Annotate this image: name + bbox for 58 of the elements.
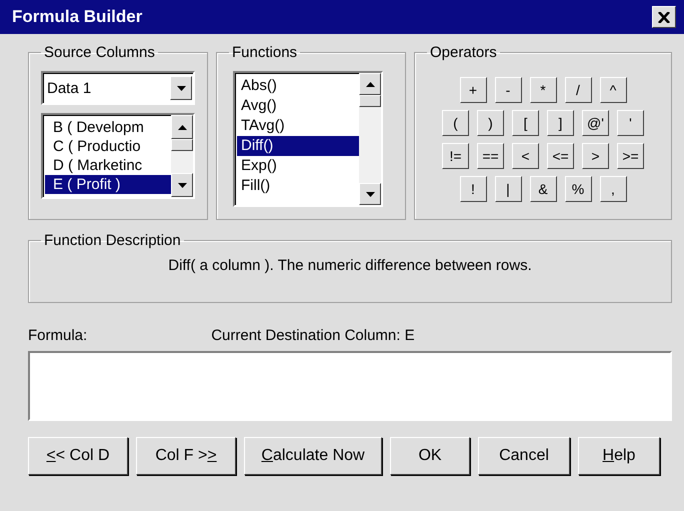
operator-button[interactable]: [ [512,110,539,136]
operator-button[interactable]: ] [547,110,574,136]
list-item[interactable]: Fill() [237,176,359,196]
operator-button[interactable]: > [582,143,609,169]
description-text: Diff( a column ). The numeric difference between rows. [167,257,533,274]
scroll-up-icon[interactable] [359,73,381,95]
destination-label: Current Destination Column: E [211,327,415,346]
close-button[interactable] [652,6,676,28]
list-item[interactable]: Diff() [237,136,359,156]
list-item[interactable]: Avg() [237,96,359,116]
scrollbar[interactable] [359,73,381,205]
dropdown[interactable]: Data 1 [41,71,195,105]
list-item[interactable]: B ( Developm [45,118,171,137]
list-item[interactable]: Abs() [237,76,359,96]
dialog-button[interactable]: OK [390,437,470,475]
dialog-button[interactable]: Cancel [478,437,570,475]
list-item[interactable]: D ( Marketinc [45,156,171,175]
close-icon [658,12,670,22]
operator-button[interactable]: ^ [600,77,626,103]
list-item[interactable]: Exp() [237,156,359,176]
scroll-up-icon[interactable] [171,115,193,139]
dialog-button[interactable]: Col F >> [136,437,236,475]
group-label: Functions [231,44,298,61]
scroll-down-icon[interactable] [359,183,381,205]
operator-button[interactable]: < [512,143,539,169]
group-label: Function Description [43,232,182,249]
operator-button[interactable]: == [477,143,504,169]
dialog-button[interactable]: Calculate Now [244,437,382,475]
list-item[interactable]: E ( Profit ) [45,175,171,194]
operator-button[interactable]: ( [442,110,469,136]
operator-button[interactable]: | [494,176,522,202]
scrollbar[interactable] [171,115,193,197]
scroll-down-icon[interactable] [171,173,193,197]
dialog-button[interactable]: Help [578,437,660,475]
operator-button[interactable]: >= [617,143,644,169]
scroll-thumb[interactable] [171,139,193,151]
operator-button[interactable]: * [530,77,556,103]
operator-button[interactable]: @' [582,110,609,136]
formula-field[interactable] [28,351,672,421]
operator-button[interactable]: / [564,77,592,103]
operator-button[interactable]: , [600,176,626,202]
scroll-thumb[interactable] [359,95,381,107]
operator-button[interactable]: ' [617,110,644,136]
window-title: Formula Builder [12,7,142,27]
list-item[interactable]: TAvg() [237,116,359,136]
operator-button[interactable]: <= [547,143,574,169]
list-item[interactable]: C ( Productio [45,137,171,156]
operator-button[interactable]: != [442,143,469,169]
operator-button[interactable]: & [530,176,556,202]
group-label: Source Columns [43,44,156,61]
group-label: Operators [429,44,498,61]
formula-label: Formula: [28,327,88,346]
operator-button[interactable]: % [564,176,592,202]
dialog-button[interactable]: << Col D [28,437,128,475]
operator-button[interactable]: ) [477,110,504,136]
operator-button[interactable]: + [460,77,486,103]
operator-button[interactable]: ! [460,176,486,202]
operator-button[interactable]: - [494,77,522,103]
